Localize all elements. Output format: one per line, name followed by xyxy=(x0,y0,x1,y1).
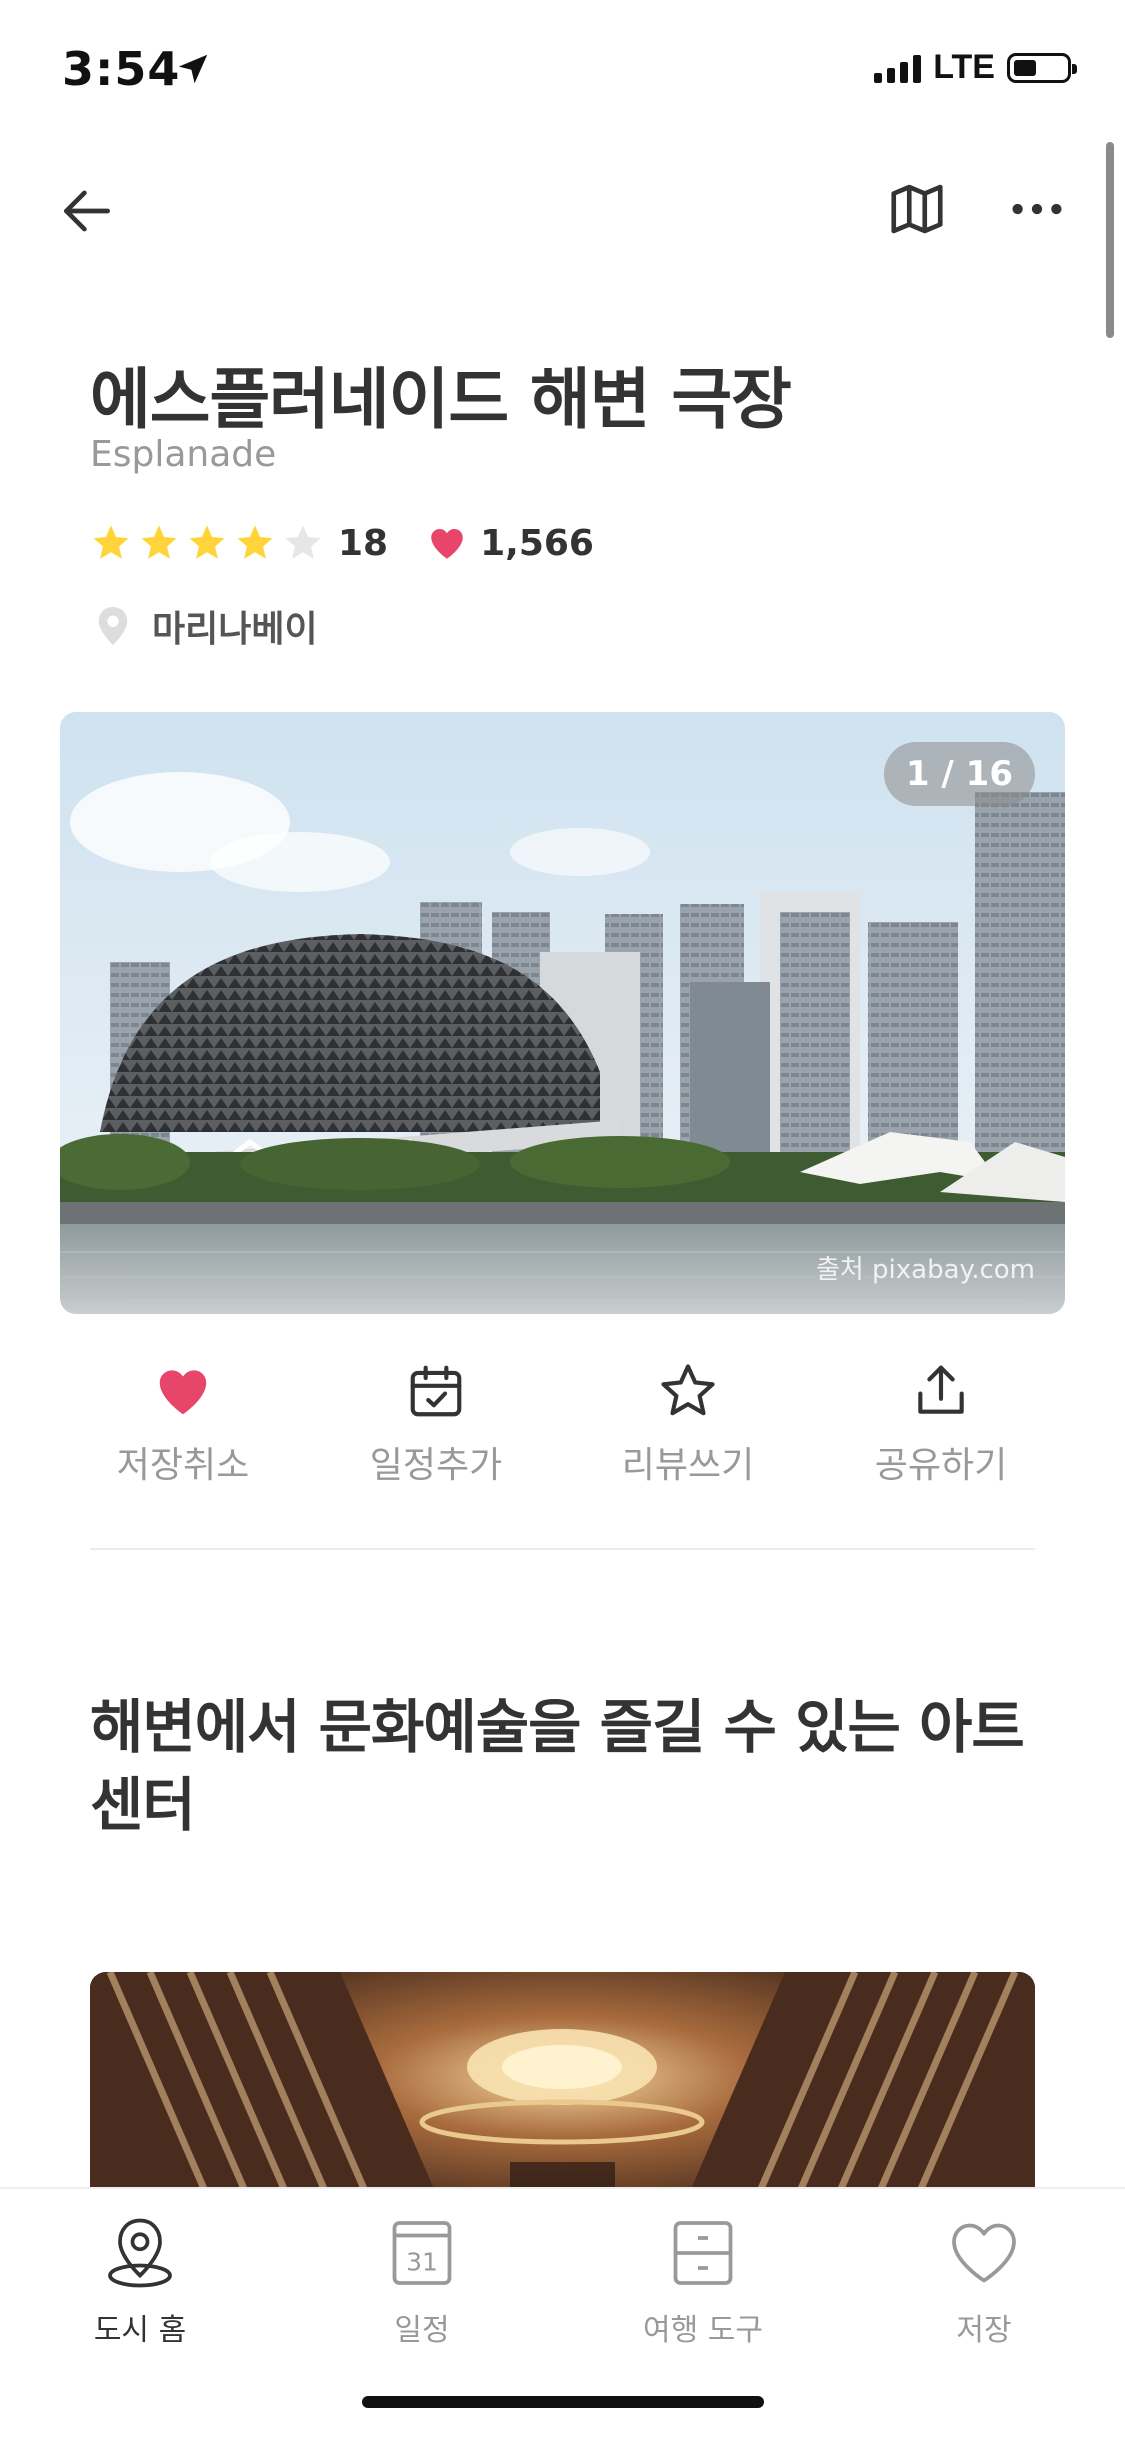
star-icon xyxy=(141,525,177,559)
tab-saved-label: 저장 xyxy=(956,2313,1012,2348)
tab-city-home-label: 도시 홈 xyxy=(93,2313,187,2348)
star-rating[interactable] xyxy=(90,522,324,564)
review-count[interactable]: 18 xyxy=(338,523,388,564)
location-pin-icon xyxy=(98,607,128,645)
cellular-signal-icon xyxy=(874,53,922,83)
star-empty-icon xyxy=(285,525,321,559)
network-type: LTE xyxy=(933,48,995,86)
status-indicators: LTE xyxy=(874,48,1077,87)
calendar-day-number: 31 xyxy=(406,2248,438,2277)
heart-icon xyxy=(431,529,463,559)
tab-travel-tools-label: 여행 도구 xyxy=(643,2313,763,2348)
heart-outline-icon xyxy=(952,2223,1016,2283)
scrollbar[interactable] xyxy=(1106,142,1114,338)
cabinet-icon xyxy=(673,2221,733,2285)
more-icon xyxy=(1012,203,1062,215)
write-review-label: 리뷰쓰기 xyxy=(621,1445,755,1486)
rating-row: 18 1,566 xyxy=(90,522,594,564)
map-pin-icon xyxy=(108,2218,172,2288)
tab-saved[interactable]: 저장 xyxy=(874,2213,1094,2349)
share-label: 공유하기 xyxy=(874,1445,1008,1486)
calendar-icon: 31 xyxy=(392,2221,452,2285)
calendar-check-icon xyxy=(410,1365,462,1417)
star-outline-icon xyxy=(661,1364,715,1416)
add-schedule-button[interactable]: 일정추가 xyxy=(306,1360,566,1488)
tab-travel-tools[interactable]: 여행 도구 xyxy=(593,2213,813,2349)
divider xyxy=(90,1548,1035,1550)
place-title: 에스플러네이드 해변 극장 xyxy=(90,361,792,438)
like-count: 1,566 xyxy=(480,522,594,564)
location-arrow-icon xyxy=(178,54,208,84)
more-options-button[interactable] xyxy=(1006,178,1068,243)
hero-image-gallery[interactable]: 1 / 16 출처 pixabay.com xyxy=(60,712,1065,1314)
like-count-group: 1,566 xyxy=(426,522,594,564)
unsave-button[interactable]: 저장취소 xyxy=(53,1360,313,1488)
tab-schedule[interactable]: 31 일정 xyxy=(312,2213,532,2349)
map-icon xyxy=(891,184,943,234)
star-icon xyxy=(237,525,273,559)
unsave-label: 저장취소 xyxy=(116,1445,250,1486)
tab-city-home[interactable]: 도시 홈 xyxy=(30,2213,250,2349)
section-headline: 해변에서 문화예술을 즐길 수 있는 아트 센터 xyxy=(90,1693,1025,1839)
location-row[interactable]: 마리나베이 xyxy=(94,600,318,652)
share-button[interactable]: 공유하기 xyxy=(811,1360,1071,1488)
battery-icon xyxy=(1007,52,1077,83)
heart-filled-icon xyxy=(159,1370,207,1415)
home-indicator[interactable] xyxy=(362,2396,764,2408)
share-icon xyxy=(918,1365,964,1414)
image-counter: 1 / 16 xyxy=(883,742,1035,806)
map-button[interactable] xyxy=(886,178,948,243)
location-label: 마리나베이 xyxy=(152,609,318,650)
star-icon xyxy=(93,525,129,559)
add-schedule-label: 일정추가 xyxy=(369,1445,503,1486)
write-review-button[interactable]: 리뷰쓰기 xyxy=(558,1360,818,1488)
tab-schedule-label: 일정 xyxy=(394,2313,450,2348)
place-subtitle: Esplanade xyxy=(90,434,277,475)
back-button[interactable] xyxy=(56,180,118,245)
arrow-left-icon xyxy=(64,190,110,232)
status-time: 3:54 xyxy=(62,42,181,96)
star-icon xyxy=(189,525,225,559)
image-credit: 출처 pixabay.com xyxy=(815,1255,1035,1285)
